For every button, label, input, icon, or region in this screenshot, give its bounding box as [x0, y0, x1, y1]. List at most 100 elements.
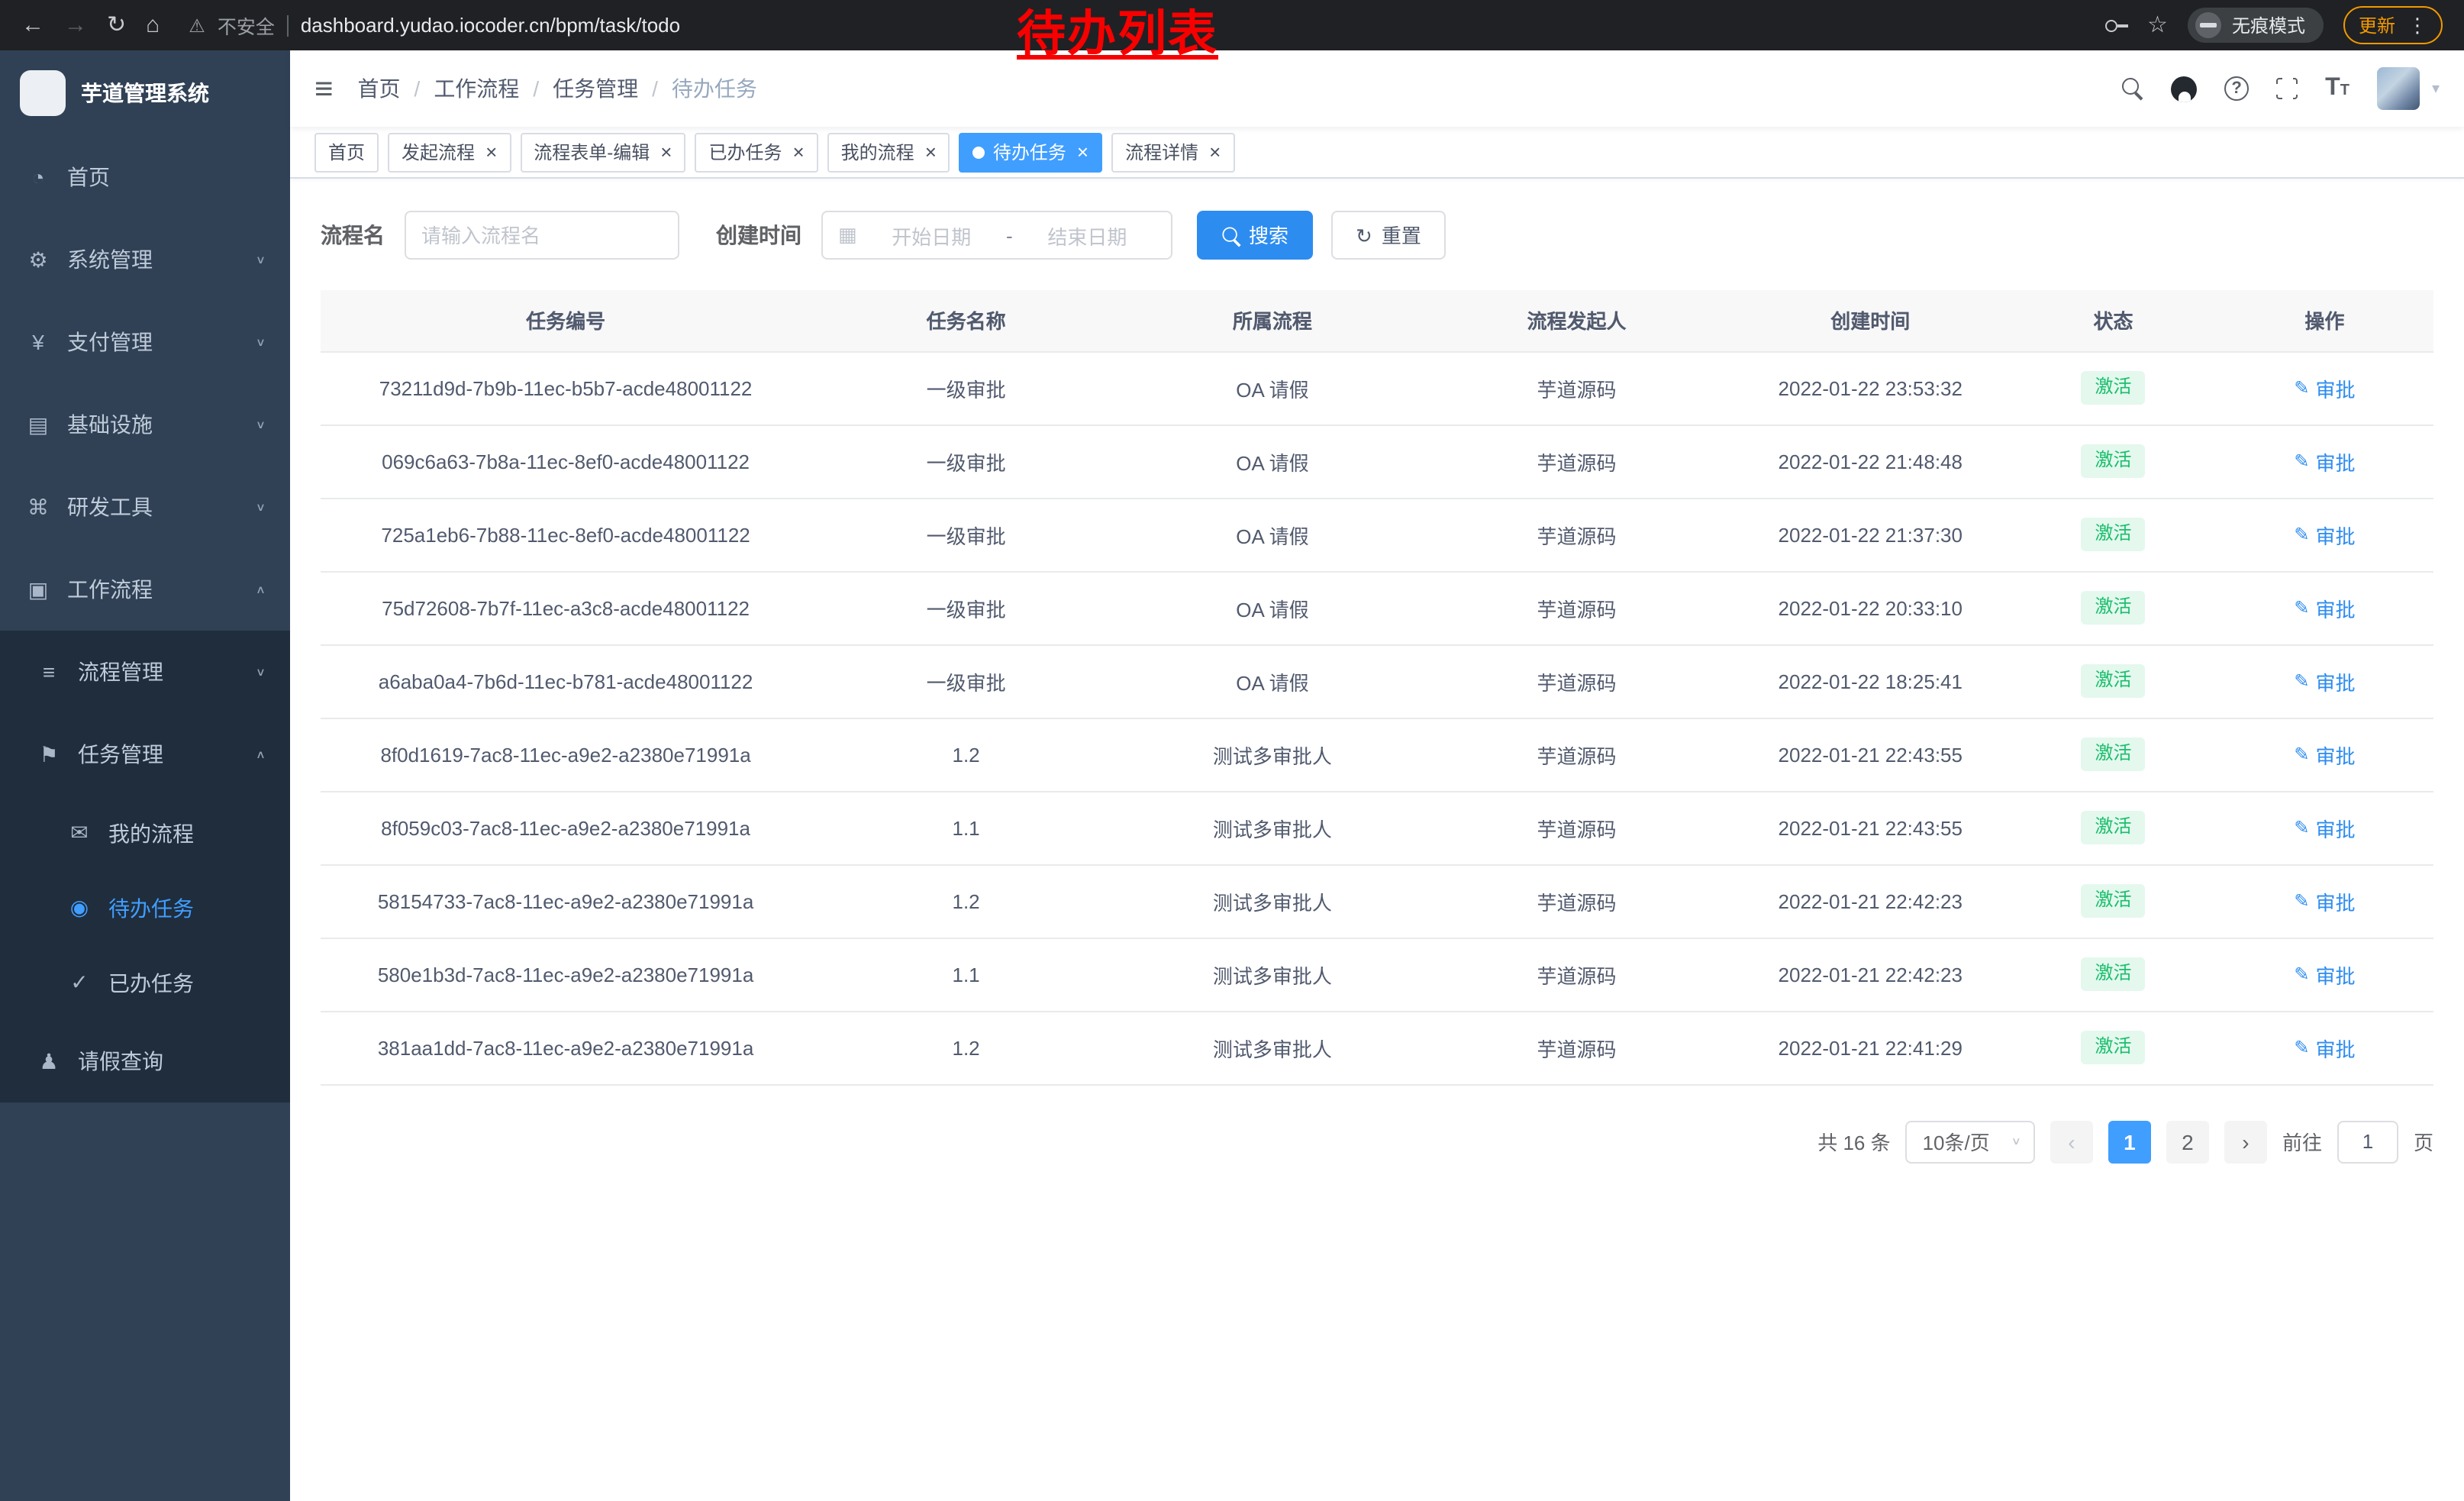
cell-status: 激活	[2011, 791, 2215, 864]
process-name-input[interactable]	[405, 211, 679, 260]
breadcrumb-item-task-mgmt[interactable]: 任务管理	[553, 73, 672, 104]
sidebar-item-home[interactable]: ◔ 首页	[0, 136, 290, 218]
cell-process: OA 请假	[1121, 351, 1424, 424]
page-size-select[interactable]: 10条/页 ∨	[1906, 1120, 2035, 1163]
search-icon[interactable]	[2122, 78, 2143, 99]
breadcrumb-item-home[interactable]: 首页	[358, 73, 434, 104]
tab-todo-task[interactable]: 待办任务 ×	[959, 132, 1102, 172]
tab-home[interactable]: 首页	[314, 132, 379, 172]
page-number-button-2[interactable]: 2	[2166, 1120, 2209, 1163]
sidebar-item-payment[interactable]: ¥ 支付管理 ∨	[0, 301, 290, 383]
tab-close-icon[interactable]: ×	[485, 142, 497, 162]
process-name-label: 流程名	[321, 220, 385, 250]
tab-start-process[interactable]: 发起流程 ×	[388, 132, 511, 172]
reload-icon[interactable]: ↻	[107, 14, 126, 37]
cell-action: ✎ 审批	[2216, 571, 2433, 644]
password-key-icon[interactable]	[2104, 18, 2127, 32]
chevron-icon: ∨	[256, 665, 266, 679]
tab-close-icon[interactable]: ×	[1077, 142, 1088, 162]
cell-process: OA 请假	[1121, 424, 1424, 498]
approve-link[interactable]: ✎ 审批	[2294, 373, 2355, 402]
approve-link[interactable]: ✎ 审批	[2294, 740, 2355, 769]
approve-label: 审批	[2315, 373, 2355, 402]
user-avatar[interactable]	[2377, 67, 2420, 110]
page-content: 流程名 创建时间 ▦ 开始日期 - 结束日期 搜索 ↻	[290, 179, 2464, 1501]
tab-done-task[interactable]: 已办任务 ×	[695, 132, 818, 172]
cell-task-id: a6aba0a4-7b6d-11ec-b781-acde48001122	[321, 644, 811, 718]
edit-icon: ✎	[2294, 890, 2309, 912]
breadcrumb-item-todo-task[interactable]: 待办任务	[672, 73, 757, 104]
sidebar-item-workflow[interactable]: ▣ 工作流程 ∧	[0, 548, 290, 631]
tab-form-edit[interactable]: 流程表单-编辑 ×	[520, 132, 685, 172]
back-icon[interactable]: ←	[21, 14, 44, 37]
browser-menu-icon[interactable]: ⋮	[2408, 13, 2427, 37]
pagination: 共 16 条 10条/页 ∨ ‹ 1 2 › 前往 页	[321, 1120, 2433, 1209]
cell-process: 测试多审批人	[1121, 864, 1424, 938]
reset-button-label: 重置	[1382, 225, 1421, 245]
filter-bar: 流程名 创建时间 ▦ 开始日期 - 结束日期 搜索 ↻	[321, 211, 2433, 260]
sidebar-item-done-task[interactable]: ✓ 已办任务	[0, 945, 290, 1020]
github-icon[interactable]	[2171, 76, 2197, 102]
bookmark-star-icon[interactable]: ☆	[2147, 14, 2168, 37]
prev-page-button[interactable]: ‹	[2050, 1120, 2093, 1163]
table-row: 381aa1dd-7ac8-11ec-a9e2-a2380e71991a 1.2…	[321, 1011, 2433, 1084]
sidebar-item-process-mgmt[interactable]: ≡ 流程管理 ∨	[0, 631, 290, 713]
help-icon[interactable]: ?	[2224, 76, 2249, 101]
sidebar-item-leave-query[interactable]: ♟ 请假查询	[0, 1020, 290, 1102]
home-icon[interactable]: ⌂	[146, 14, 160, 37]
sidebar-item-infrastructure[interactable]: ▤ 基础设施 ∨	[0, 383, 290, 466]
cell-action: ✎ 审批	[2216, 938, 2433, 1011]
goto-page-input[interactable]	[2337, 1120, 2398, 1163]
forward-icon[interactable]: →	[64, 14, 87, 37]
tab-my-process[interactable]: 我的流程 ×	[827, 132, 950, 172]
tab-process-detail[interactable]: 流程详情 ×	[1111, 132, 1234, 172]
approve-link[interactable]: ✎ 审批	[2294, 593, 2355, 622]
cell-status: 激活	[2011, 864, 2215, 938]
font-size-icon[interactable]: TT	[2325, 76, 2350, 101]
incognito-icon	[2195, 12, 2221, 38]
cell-starter: 芋道源码	[1424, 571, 1730, 644]
approve-link[interactable]: ✎ 审批	[2294, 667, 2355, 696]
sidebar-item-task-mgmt[interactable]: ⚑ 任务管理 ∧	[0, 713, 290, 796]
table-row: a6aba0a4-7b6d-11ec-b781-acde48001122 一级审…	[321, 644, 2433, 718]
tab-close-icon[interactable]: ×	[660, 142, 672, 162]
approve-link[interactable]: ✎ 审批	[2294, 813, 2355, 842]
approve-label: 审批	[2315, 447, 2355, 476]
edit-icon: ✎	[2294, 744, 2309, 765]
goto-unit: 页	[2414, 1127, 2433, 1156]
pagination-total: 共 16 条	[1817, 1127, 1890, 1156]
tab-close-icon[interactable]: ×	[925, 142, 937, 162]
search-button[interactable]: 搜索	[1197, 211, 1313, 260]
sidebar-item-todo-task[interactable]: ◉ 待办任务	[0, 870, 290, 945]
approve-link[interactable]: ✎ 审批	[2294, 960, 2355, 989]
cell-starter: 芋道源码	[1424, 791, 1730, 864]
page-numbers: 1 2	[2108, 1120, 2209, 1163]
approve-link[interactable]: ✎ 审批	[2294, 886, 2355, 915]
date-range-picker[interactable]: ▦ 开始日期 - 结束日期	[821, 211, 1172, 260]
browser-update-button[interactable]: 更新 ⋮	[2343, 6, 2443, 44]
next-page-button[interactable]: ›	[2224, 1120, 2267, 1163]
sidebar-item-my-process[interactable]: ✉ 我的流程	[0, 796, 290, 870]
address-divider	[287, 15, 289, 36]
sidebar-item-label: 我的流程	[108, 818, 194, 848]
tab-close-icon[interactable]: ×	[792, 142, 804, 162]
list-icon: ≡	[35, 660, 63, 684]
chevron-icon: ∧	[256, 747, 266, 761]
approve-link[interactable]: ✎ 审批	[2294, 520, 2355, 549]
sidebar-item-system[interactable]: ⚙ 系统管理 ∨	[0, 218, 290, 301]
fullscreen-icon[interactable]	[2276, 78, 2298, 99]
status-badge: 激活	[2082, 518, 2146, 550]
cell-task-id: 8f059c03-7ac8-11ec-a9e2-a2380e71991a	[321, 791, 811, 864]
breadcrumb-item-workflow[interactable]: 工作流程	[434, 73, 553, 104]
sidebar-toggle-icon[interactable]: ≡	[314, 73, 334, 105]
search-button-label: 搜索	[1249, 225, 1288, 245]
sidebar-item-devtools[interactable]: ⌘ 研发工具 ∨	[0, 466, 290, 548]
avatar-caret-icon[interactable]: ▾	[2432, 80, 2440, 97]
approve-link[interactable]: ✎ 审批	[2294, 447, 2355, 476]
approve-link[interactable]: ✎ 审批	[2294, 1033, 2355, 1062]
reset-button[interactable]: ↻ 重置	[1331, 211, 1446, 260]
chevron-icon: ∨	[256, 418, 266, 431]
tab-close-icon[interactable]: ×	[1209, 142, 1221, 162]
page-number-button-1[interactable]: 1	[2108, 1120, 2151, 1163]
tab-label: 已办任务	[708, 139, 782, 165]
